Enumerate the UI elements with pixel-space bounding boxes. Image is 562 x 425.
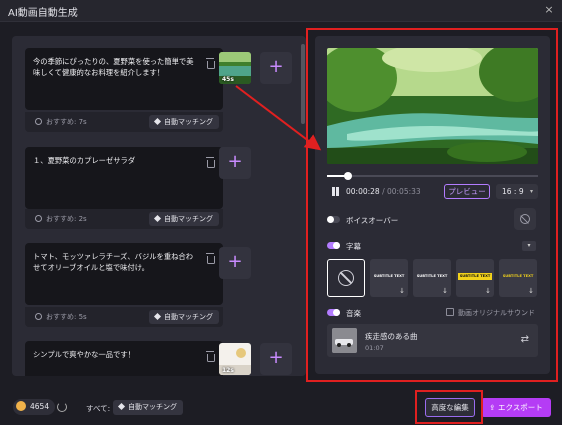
red-arrow-line [235, 85, 322, 151]
annotation-arrow [235, 85, 322, 151]
ai-video-window: AI動画自動生成 × 今の季節にぴったりの、夏野菜を使った簡単で美味しくて健康的… [0, 0, 562, 425]
